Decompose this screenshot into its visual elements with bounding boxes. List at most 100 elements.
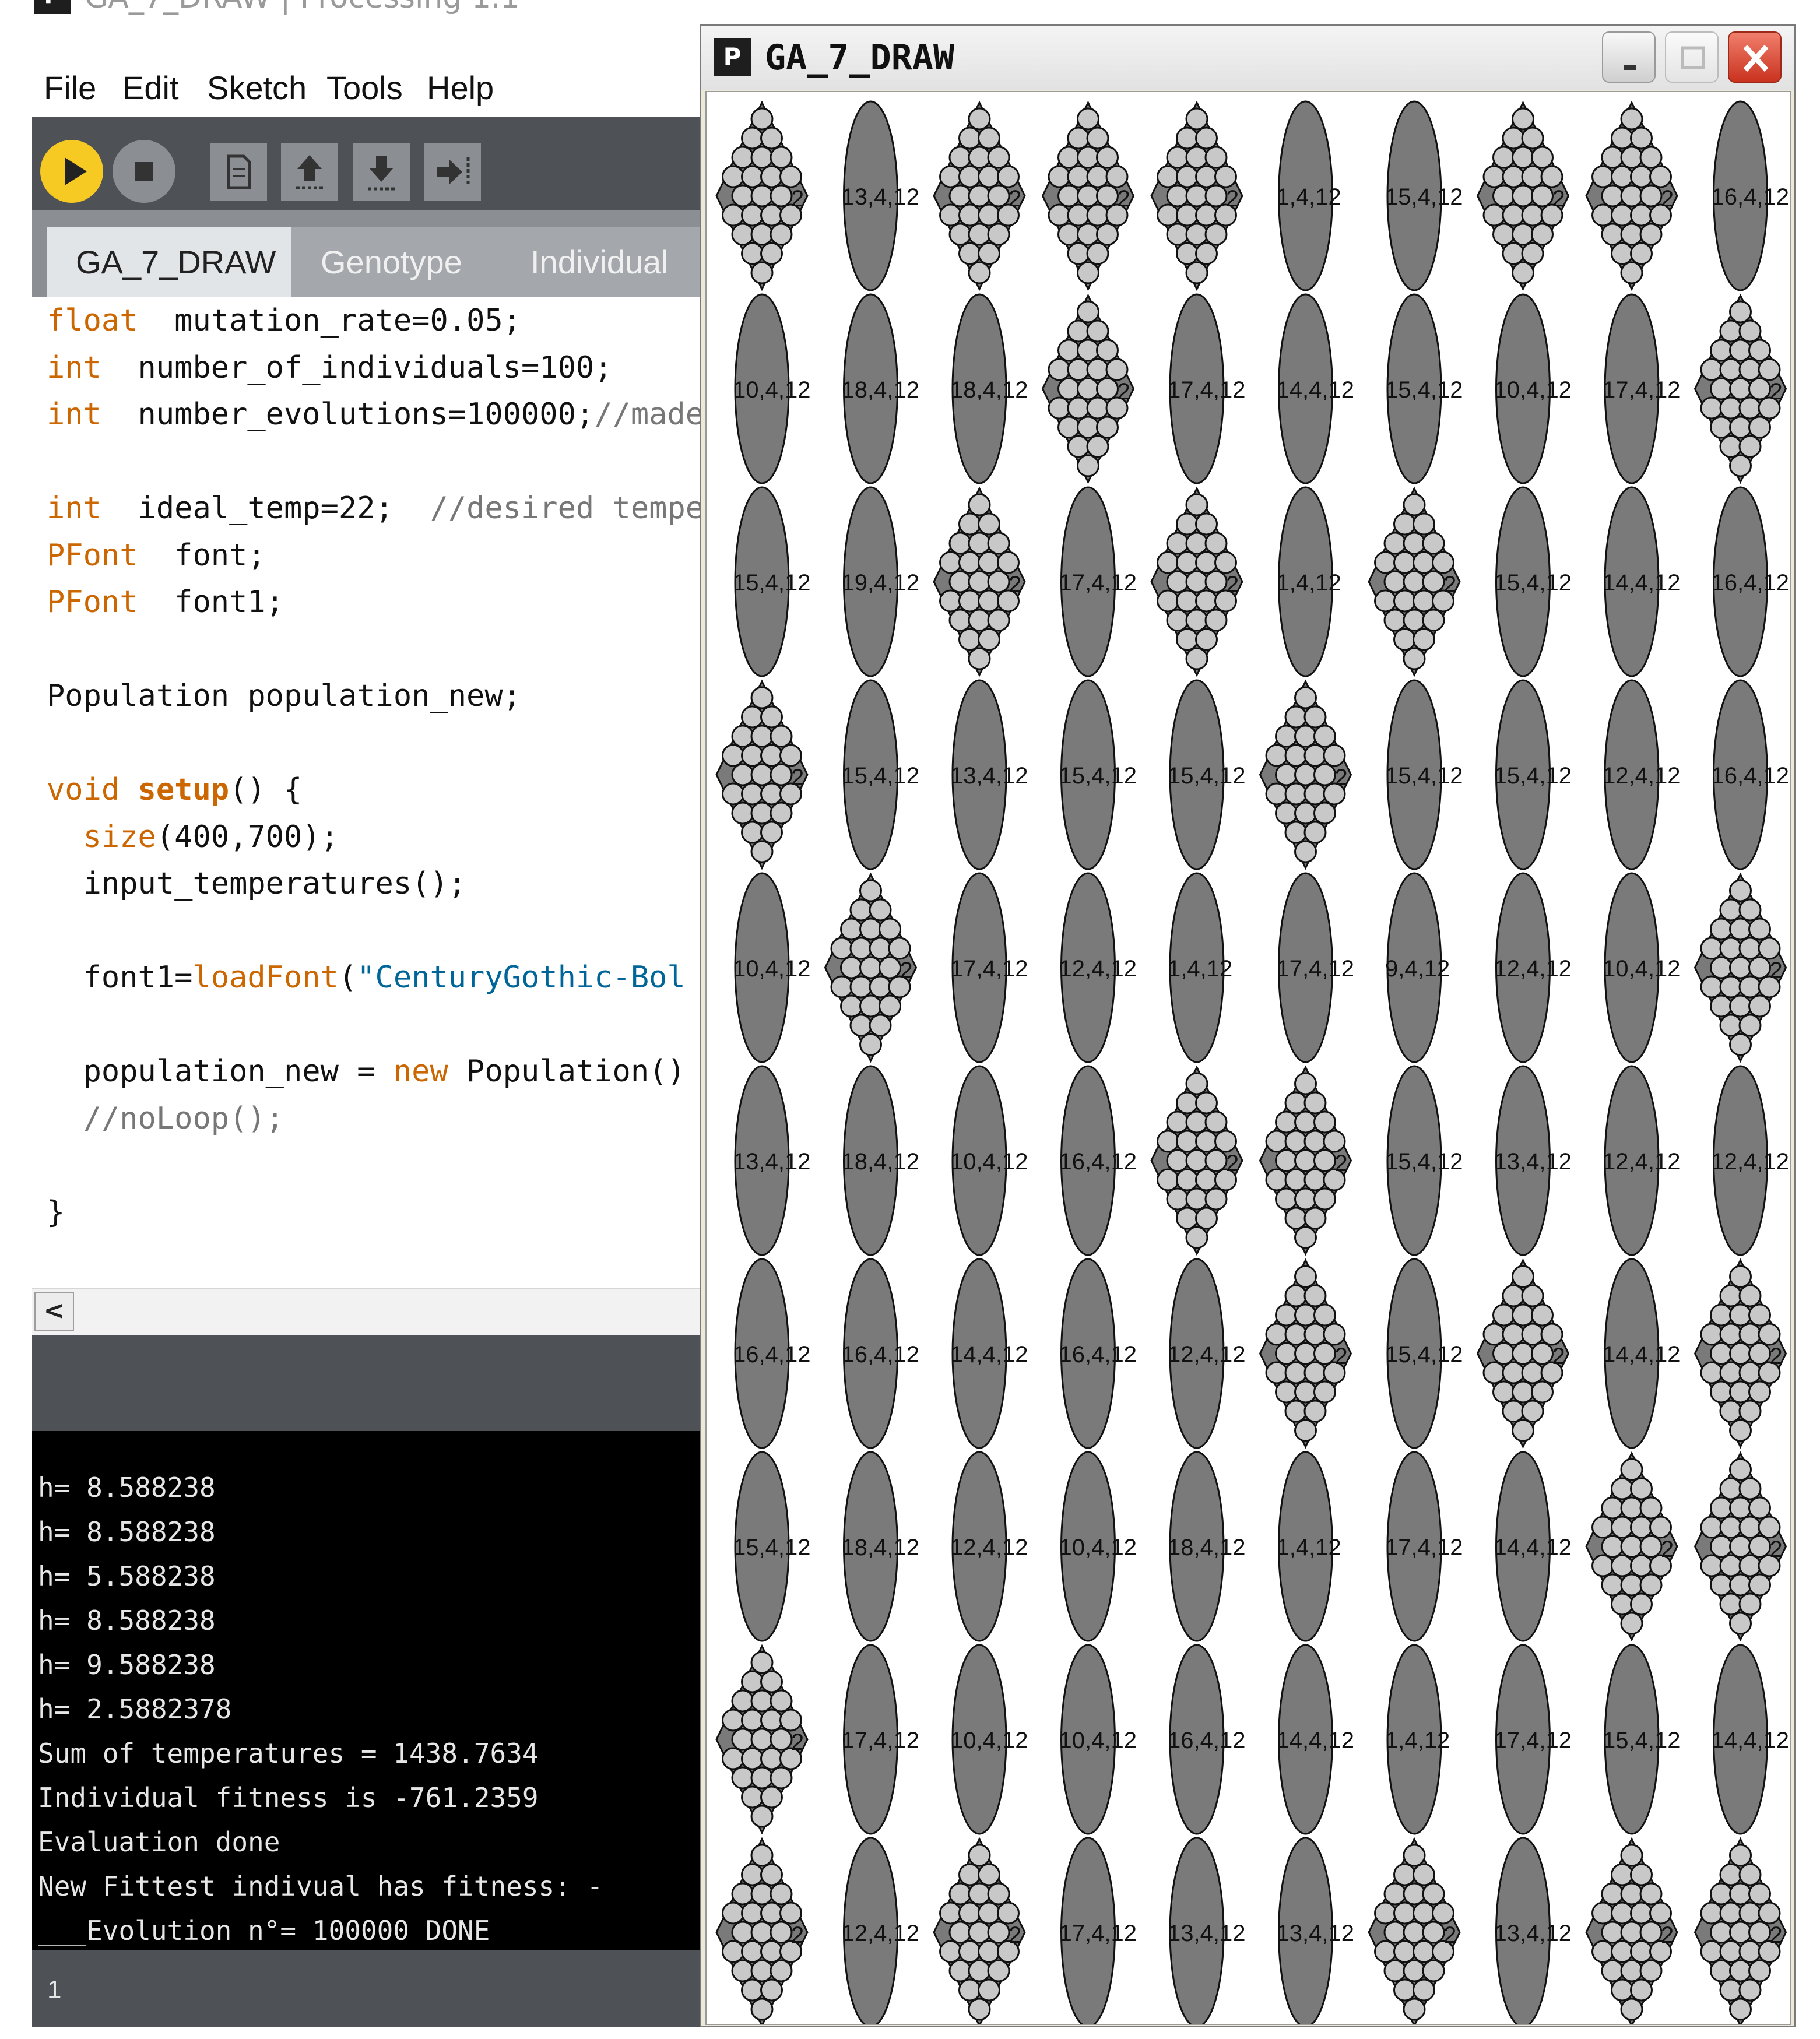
processing-ide-window: P GA_7_DRAW | Processing 1.1 File Edit S… (32, 0, 705, 2027)
new-button[interactable] (210, 143, 267, 201)
leaf-label: 2 (1009, 1922, 1021, 1948)
leaf-label: 14,4,12 (1494, 1535, 1572, 1560)
console-line: h= 9.588238 (38, 1649, 216, 1681)
menu-file[interactable]: File (44, 69, 96, 107)
menu-sketch[interactable]: Sketch (207, 69, 307, 107)
tab-genotype[interactable]: Genotype (291, 227, 522, 297)
line-number: 1 (47, 1975, 62, 2004)
leaf-label: 10,4,12 (1494, 377, 1572, 403)
leaf-individual: 16,4,12 (1712, 100, 1789, 291)
code-line: population_new = new Population() (47, 1054, 686, 1089)
toolbar (32, 117, 705, 210)
leaf-label: 13,4,12 (1277, 1921, 1354, 1946)
flower-individual: 2 (715, 1644, 809, 1835)
leaf-individual: 15,4,12 (1059, 679, 1137, 870)
leaf-individual: 16,4,12 (1059, 1065, 1137, 1256)
code-line: PFont font1; (47, 585, 284, 620)
leaf-individual: 17,4,12 (1603, 293, 1680, 484)
leaf-label: 13,4,12 (1168, 1921, 1245, 1946)
sketch-window-title: GA_7_DRAW (765, 37, 955, 78)
leaf-individual: 18,4,12 (842, 1451, 919, 1642)
leaf-label: 16,4,12 (733, 1342, 810, 1367)
code-token: void (47, 772, 120, 807)
leaf-individual: 12,4,12 (1168, 1258, 1245, 1449)
leaf-label: 15,4,12 (1603, 1728, 1680, 1753)
menu-tools[interactable]: Tools (326, 69, 403, 107)
editor-horizontal-scrollbar[interactable]: < (32, 1288, 705, 1336)
code-line: int number_evolutions=100000;//made (47, 397, 704, 432)
export-button[interactable] (424, 143, 481, 201)
leaf-label: 2 (1661, 1922, 1674, 1948)
leaf-individual: 12,4,12 (1603, 1065, 1680, 1256)
stop-button[interactable] (113, 140, 175, 203)
sketch-title-bar[interactable]: P GA_7_DRAW (701, 26, 1794, 90)
leaf-individual: 10,4,12 (950, 1065, 1028, 1256)
sketch-canvas[interactable]: 2 13,4,12 2 2 2 1,4,12 15,4,12 2 2 16,4,12 10,4,12… (705, 91, 1791, 2025)
leaf-individual: 12,4,12 (1494, 872, 1572, 1063)
leaf-label: 2 (1226, 572, 1239, 597)
leaf-label: 15,4,12 (1494, 763, 1572, 789)
leaf-label: 2 (1770, 958, 1783, 983)
leaf-individual: 15,4,12 (842, 679, 919, 870)
save-button[interactable] (353, 143, 410, 201)
flower-individual: 2 (1368, 1837, 1461, 2024)
tab-individual[interactable]: Individual (501, 227, 705, 297)
leaf-label: 2 (1335, 1151, 1348, 1176)
leaf-individual: 12,4,12 (950, 1451, 1028, 1642)
leaf-label: 17,4,12 (1168, 377, 1245, 403)
leaf-individual: 18,4,12 (950, 293, 1028, 484)
flower-individual: 2 (1476, 100, 1570, 291)
leaf-individual: 19,4,12 (842, 486, 919, 677)
leaf-label: 16,4,12 (1059, 1342, 1137, 1367)
run-icon (65, 157, 87, 185)
code-token: new (393, 1054, 448, 1089)
code-token: () { (229, 772, 303, 807)
open-button[interactable] (281, 143, 338, 201)
leaf-individual: 14,4,12 (950, 1258, 1028, 1449)
leaf-individual: 12,4,12 (1712, 1065, 1789, 1256)
menu-bar: File Edit Sketch Tools Help (32, 58, 705, 117)
menu-help[interactable]: Help (427, 69, 494, 107)
code-token: font1; (138, 585, 284, 620)
flower-individual: 2 (715, 100, 809, 291)
code-token: population_new = (47, 1054, 393, 1089)
flower-individual: 2 (1693, 872, 1787, 1063)
leaf-individual: 10,4,12 (1494, 293, 1572, 484)
menu-edit[interactable]: Edit (122, 69, 179, 107)
leaf-label: 14,4,12 (1603, 1342, 1680, 1367)
maximize-button[interactable] (1665, 31, 1719, 83)
code-editor[interactable]: float mutation_rate=0.05; int number_of_i… (32, 297, 705, 1288)
leaf-label: 2 (1552, 186, 1565, 212)
leaf-label: 18,4,12 (842, 377, 919, 403)
close-button[interactable] (1728, 31, 1782, 83)
flower-individual: 2 (1693, 1258, 1787, 1449)
leaf-individual: 15,4,12 (1168, 679, 1245, 870)
leaf-label: 16,4,12 (1712, 763, 1789, 789)
maximize-icon (1681, 46, 1705, 69)
scroll-left-arrow-icon[interactable]: < (34, 1292, 74, 1331)
code-token: number_of_individuals=100; (101, 350, 613, 385)
run-button[interactable] (40, 140, 103, 203)
leaf-label: 14,4,12 (950, 1342, 1028, 1367)
flower-individual: 2 (1693, 1451, 1787, 1642)
leaf-individual: 12,4,12 (842, 1837, 919, 2024)
leaf-label: 17,4,12 (1603, 377, 1680, 403)
tab-ga-7-draw[interactable]: GA_7_DRAW (47, 227, 312, 297)
code-token: } (47, 1194, 65, 1230)
leaf-individual: 10,4,12 (1603, 872, 1680, 1063)
leaf-individual: 13,4,12 (842, 100, 919, 291)
leaf-individual: 1,4,12 (1277, 100, 1341, 291)
code-token: mutation_rate=0.05; (138, 303, 521, 338)
leaf-individual: 17,4,12 (950, 872, 1028, 1063)
save-icon (368, 156, 395, 191)
flower-individual: 2 (1476, 1258, 1570, 1449)
code-token: float (47, 303, 138, 338)
minimize-button[interactable] (1602, 31, 1656, 83)
leaf-individual: 10,4,12 (733, 293, 810, 484)
leaf-individual: 10,4,12 (1059, 1644, 1137, 1835)
leaf-individual: 9,4,12 (1385, 872, 1450, 1063)
leaf-label: 2 (1118, 379, 1130, 405)
leaf-label: 18,4,12 (842, 1535, 919, 1560)
leaf-individual: 15,4,12 (1603, 1644, 1680, 1835)
leaf-label: 12,4,12 (1712, 1149, 1789, 1175)
